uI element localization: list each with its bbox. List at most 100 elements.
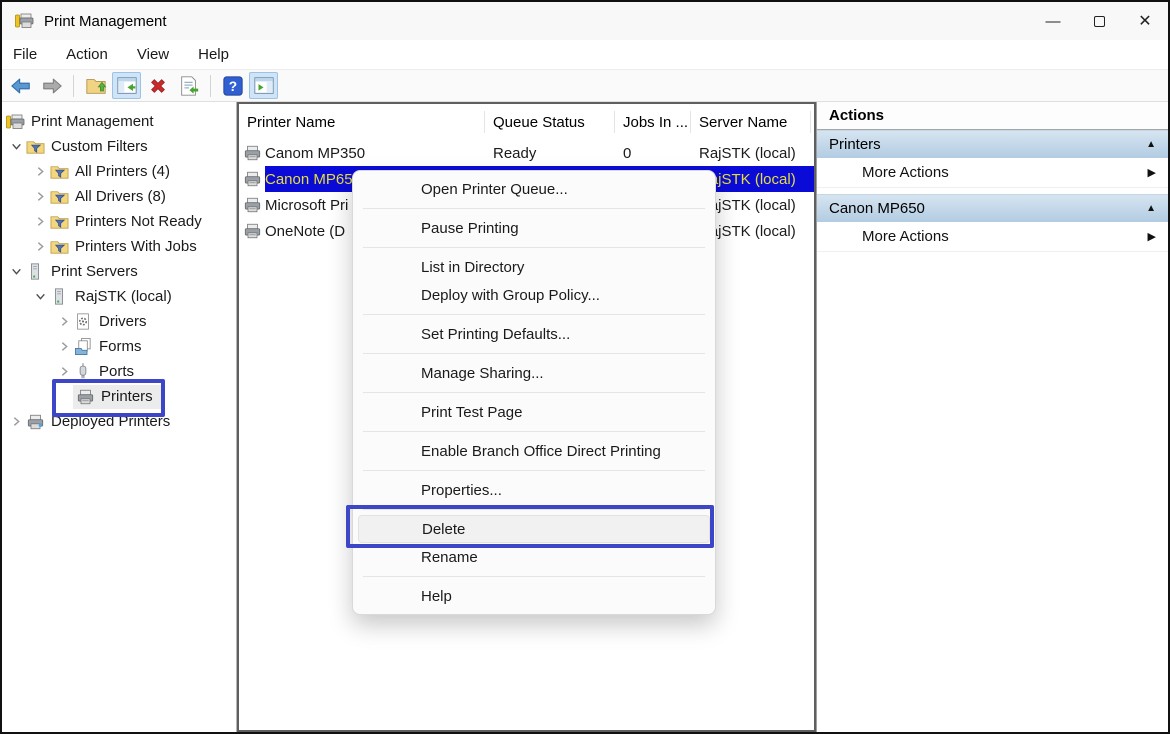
- tree-item-label: Printers: [101, 388, 153, 405]
- chevron-right-icon[interactable]: [31, 163, 49, 181]
- toolbar-separator: [73, 75, 74, 97]
- menu-item-enable-branch-office-direct-printing[interactable]: Enable Branch Office Direct Printing: [353, 437, 715, 465]
- up-folder-button[interactable]: [81, 72, 110, 99]
- tree-item-ports[interactable]: Ports: [2, 359, 236, 384]
- tree-item-printers-with-jobs[interactable]: Printers With Jobs: [2, 234, 236, 259]
- more-actions-item[interactable]: More Actions▶: [817, 158, 1168, 188]
- chevron-right-icon[interactable]: [55, 363, 73, 381]
- delete-x-button[interactable]: [143, 72, 172, 99]
- tree-item-print-management[interactable]: Print Management: [2, 109, 236, 134]
- menu-item-deploy-with-group-policy-[interactable]: Deploy with Group Policy...: [353, 281, 715, 309]
- actions-section-canon-mp650[interactable]: Canon MP650 ▲: [817, 194, 1168, 222]
- minimize-icon: —: [1046, 13, 1061, 30]
- window-title: Print Management: [44, 13, 167, 30]
- actions-sections: Printers ▲ More Actions▶ Canon MP650 ▲ More A…: [817, 130, 1168, 252]
- menu-item-manage-sharing-[interactable]: Manage Sharing...: [353, 359, 715, 387]
- chevron-down-icon[interactable]: [7, 138, 25, 156]
- collapse-up-triangle-icon[interactable]: ▲: [1146, 203, 1156, 214]
- chevron-right-icon[interactable]: [7, 413, 25, 431]
- tree-item-forms[interactable]: Forms: [2, 334, 236, 359]
- menu-separator: [363, 314, 705, 315]
- maximize-button[interactable]: [1076, 2, 1122, 40]
- menu-item-open-printer-queue-[interactable]: Open Printer Queue...: [353, 175, 715, 203]
- list-column-headers: Printer Name Queue Status Jobs In ...Serve…: [239, 104, 814, 140]
- title-bar[interactable]: Print Management — ✕: [2, 2, 1168, 40]
- menu-file[interactable]: File: [4, 43, 46, 66]
- menu-item-help[interactable]: Help: [353, 582, 715, 610]
- chevron-right-icon[interactable]: [31, 238, 49, 256]
- menu-item-print-test-page[interactable]: Print Test Page: [353, 398, 715, 426]
- menu-separator: [363, 576, 705, 577]
- printer-row[interactable]: Canom MP350Ready0RajSTK (local): [239, 140, 814, 166]
- menu-item-list-in-directory[interactable]: List in Directory: [353, 253, 715, 281]
- cell-name: Canom MP350: [265, 145, 485, 162]
- tree-item-print-servers[interactable]: Print Servers: [2, 259, 236, 284]
- menu-item-pause-printing[interactable]: Pause Printing: [353, 214, 715, 242]
- driver-doc-icon: [73, 312, 93, 332]
- chevron-right-icon[interactable]: [55, 338, 73, 356]
- tree-item-label: Print Servers: [51, 263, 138, 280]
- menu-item-rename[interactable]: Rename: [353, 543, 715, 571]
- menu-action[interactable]: Action: [57, 43, 117, 66]
- menu-view[interactable]: View: [128, 43, 178, 66]
- column-header-server-name[interactable]: Server Name: [691, 111, 811, 133]
- printer-icon: [243, 170, 262, 188]
- export-list-icon: [178, 75, 200, 97]
- chevron-right-icon[interactable]: [31, 213, 49, 231]
- tree-item-deployed-printers[interactable]: Deployed Printers: [2, 409, 236, 434]
- show-action-pane-icon: [253, 75, 275, 97]
- export-list-button[interactable]: [174, 72, 203, 99]
- tree-item-printers-not-ready[interactable]: Printers Not Ready: [2, 209, 236, 234]
- toolbar-separator: [210, 75, 211, 97]
- column-header-printer-name[interactable]: Printer Name: [239, 111, 485, 133]
- tree-item-all-drivers-8-[interactable]: All Drivers (8): [2, 184, 236, 209]
- chevron-placeholder: [55, 388, 73, 406]
- cell-status: Ready: [485, 145, 615, 162]
- back-arrow-button[interactable]: [6, 72, 35, 99]
- more-actions-item[interactable]: More Actions▶: [817, 222, 1168, 252]
- help-button[interactable]: ?: [218, 72, 247, 99]
- menu-item-delete[interactable]: Delete: [358, 515, 710, 543]
- menu-item-label: Set Printing Defaults...: [421, 326, 570, 343]
- tree-item-printers[interactable]: Printers: [2, 384, 236, 409]
- menu-separator: [363, 509, 705, 510]
- show-action-pane-button[interactable]: [249, 72, 278, 99]
- chevron-right-icon[interactable]: [55, 313, 73, 331]
- printer-icon: [243, 196, 262, 214]
- tree-item-custom-filters[interactable]: Custom Filters: [2, 134, 236, 159]
- tree-item-label: Deployed Printers: [51, 413, 170, 430]
- show-console-tree-button[interactable]: [112, 72, 141, 99]
- deployed-printer-icon: [25, 412, 45, 432]
- tree-item-drivers[interactable]: Drivers: [2, 309, 236, 334]
- tree-item-label: Forms: [99, 338, 142, 355]
- tree-item-label: Ports: [99, 363, 134, 380]
- column-header-label: Jobs In ...: [623, 114, 688, 131]
- chevron-down-icon[interactable]: [31, 288, 49, 306]
- actions-section-label: Canon MP650: [829, 200, 925, 217]
- collapse-up-triangle-icon[interactable]: ▲: [1146, 139, 1156, 150]
- close-button[interactable]: ✕: [1122, 2, 1168, 40]
- column-header-label: Printer Name: [247, 114, 335, 131]
- actions-pane-title: Actions: [817, 102, 1168, 130]
- menu-item-label: Help: [421, 588, 452, 605]
- forward-arrow-button[interactable]: [37, 72, 66, 99]
- close-icon: ✕: [1138, 11, 1151, 31]
- tree-item-rajstk-local-[interactable]: RajSTK (local): [2, 284, 236, 309]
- minimize-button[interactable]: —: [1030, 2, 1076, 40]
- up-folder-icon: [85, 75, 107, 97]
- chevron-down-icon[interactable]: [7, 263, 25, 281]
- menu-help[interactable]: Help: [189, 43, 238, 66]
- actions-section-label: Printers: [829, 136, 881, 153]
- tree-item-all-printers-4-[interactable]: All Printers (4): [2, 159, 236, 184]
- menu-item-set-printing-defaults-[interactable]: Set Printing Defaults...: [353, 320, 715, 348]
- actions-section-printers[interactable]: Printers ▲: [817, 130, 1168, 158]
- menu-item-properties-[interactable]: Properties...: [353, 476, 715, 504]
- chevron-right-icon[interactable]: [31, 188, 49, 206]
- column-header-jobs-in-[interactable]: Jobs In ...: [615, 111, 691, 133]
- ports-icon: [73, 362, 93, 382]
- back-arrow-icon: [10, 75, 32, 97]
- delete-x-icon: [147, 75, 169, 97]
- column-header-queue-status[interactable]: Queue Status: [485, 111, 615, 133]
- menu-separator: [363, 208, 705, 209]
- menu-item-label: Deploy with Group Policy...: [421, 287, 600, 304]
